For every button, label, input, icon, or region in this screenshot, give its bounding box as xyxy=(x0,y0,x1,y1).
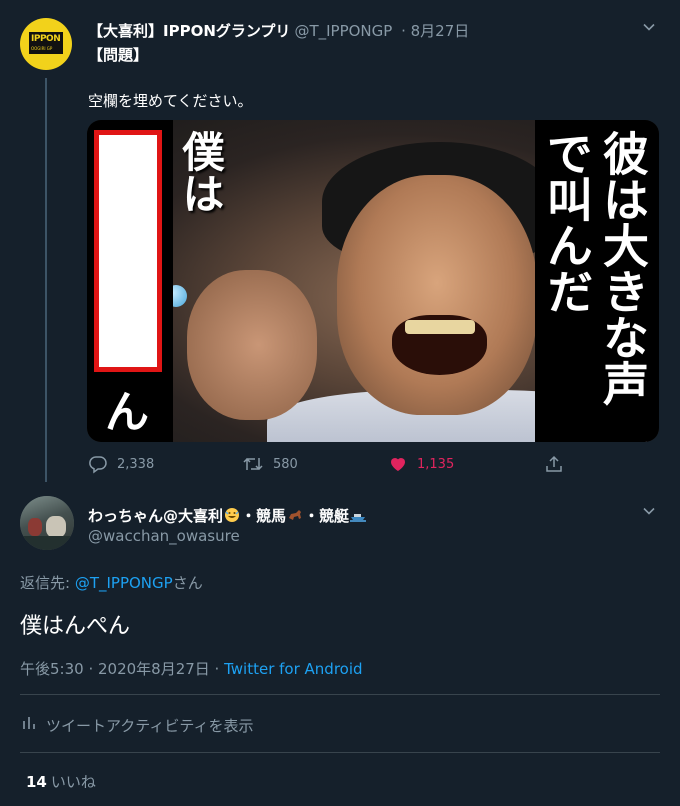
tweet-text: 僕はんぺん xyxy=(20,614,131,639)
right-caption-panel: 彼は大きな声で叫んだ xyxy=(535,120,659,442)
avatar-logo-subtext: OOGIRI GP xyxy=(31,46,53,51)
retweet-count: 580 xyxy=(273,456,298,472)
tweet-header: 【大喜利】IPPONグランプリ @T_IPPONGP · 8月27日 xyxy=(88,20,469,41)
tweet-text-line1: 【問題】 xyxy=(88,46,149,64)
avatar-figure-right xyxy=(46,516,66,538)
likes-label: いいね xyxy=(50,773,96,791)
reply-tweet[interactable]: わっちゃん@大喜利 ・競馬 ・競艇 @wacchan_owasure 返信先: @T… xyxy=(0,490,680,806)
display-name[interactable]: わっちゃん@大喜利 ・競馬 ・競艇 xyxy=(88,505,367,526)
like-icon xyxy=(388,454,408,474)
rofl-emoji-icon xyxy=(225,508,240,522)
divider xyxy=(20,694,660,695)
display-name[interactable]: 【大喜利】IPPONグランプリ xyxy=(88,22,290,40)
avatar[interactable]: IPPON OOGIRI GP xyxy=(20,18,72,70)
tweet-text-line2: 空欄を埋めてください。 xyxy=(88,92,253,110)
blank-answer-box xyxy=(94,130,162,372)
like-button[interactable]: 1,135 xyxy=(388,454,454,474)
divider xyxy=(20,752,660,753)
avatar[interactable] xyxy=(20,496,74,550)
avatar-logo-text: IPPON xyxy=(31,34,61,44)
photo-face xyxy=(337,175,537,415)
user-handle[interactable]: @wacchan_owasure xyxy=(88,527,240,545)
horse-emoji-icon xyxy=(289,510,302,520)
thread-line xyxy=(45,78,47,482)
view-tweet-activity-link[interactable]: ツイートアクティビティを表示 xyxy=(20,714,253,736)
share-icon xyxy=(544,454,564,474)
display-name-part1: わっちゃん@大喜利 xyxy=(88,507,224,525)
left-caption-panel: ん xyxy=(87,120,173,442)
caption-boku-wa: 僕は xyxy=(176,130,225,214)
replying-to-handle-link[interactable]: @T_IPPONGP xyxy=(75,574,173,592)
replying-to-prefix: 返信先: xyxy=(20,574,75,592)
user-handle[interactable]: @T_IPPONGP xyxy=(294,22,392,40)
activity-label: ツイートアクティビティを表示 xyxy=(46,716,254,735)
likes-stat[interactable]: 14 いいね xyxy=(26,771,96,792)
bar-chart-icon xyxy=(20,714,38,736)
tweet-date[interactable]: · 8月27日 xyxy=(401,22,469,40)
chevron-down-icon[interactable] xyxy=(642,20,656,38)
reply-icon xyxy=(88,454,108,474)
replying-to: 返信先: @T_IPPONGPさん xyxy=(20,572,203,593)
tweet-media-image[interactable]: ん 僕は 彼は大きな声で叫んだ xyxy=(87,120,659,442)
replying-to-suffix: さん xyxy=(172,574,203,592)
retweet-icon xyxy=(242,454,264,474)
display-name-part3: ・競艇 xyxy=(304,507,350,525)
chevron-down-icon[interactable] xyxy=(642,504,656,522)
caption-n: ん xyxy=(105,387,149,438)
client-link[interactable]: Twitter for Android xyxy=(224,660,362,678)
reply-button[interactable]: 2,338 xyxy=(88,454,154,474)
caption-right: 彼は大きな声で叫んだ xyxy=(540,130,650,406)
reply-count: 2,338 xyxy=(117,456,155,472)
photo-hand xyxy=(187,270,317,420)
tweet-actions: 2,338 580 1,135 xyxy=(88,454,668,476)
like-count: 1,135 xyxy=(417,456,455,472)
retweet-button[interactable]: 580 xyxy=(242,454,298,474)
tweet-timestamp[interactable]: 午後5:30 · 2020年8月27日 · xyxy=(20,660,224,678)
speedboat-emoji-icon xyxy=(350,514,367,522)
photo-teeth xyxy=(405,320,475,334)
original-tweet[interactable]: IPPON OOGIRI GP 【大喜利】IPPONグランプリ @T_IPPONG… xyxy=(0,0,680,490)
tweet-metadata: 午後5:30 · 2020年8月27日 · Twitter for Androi… xyxy=(20,658,363,679)
likes-count: 14 xyxy=(26,773,47,791)
display-name-part2: ・競馬 xyxy=(241,507,287,525)
avatar-ground xyxy=(20,536,74,550)
avatar-figure-left xyxy=(28,518,42,536)
share-button[interactable] xyxy=(544,454,564,474)
